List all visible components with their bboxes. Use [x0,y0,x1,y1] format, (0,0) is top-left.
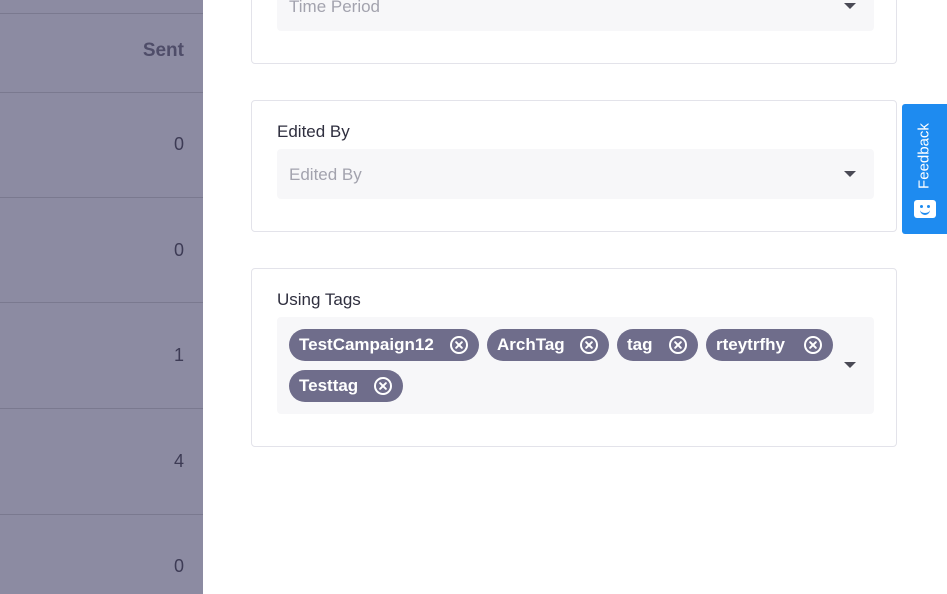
table-cell-sent: 0 [173,240,184,260]
tag-label: ArchTag [497,335,565,354]
remove-tag-icon[interactable] [669,336,687,354]
chevron-down-icon [844,171,856,177]
tag-label: Testtag [299,376,359,395]
edited-by-select[interactable]: Edited By [277,149,874,199]
tag-label: tag [627,335,653,354]
tag-label: TestCampaign12 [299,335,434,354]
remove-tag-icon[interactable] [450,336,468,354]
table-divider [0,13,203,14]
remove-tag-icon[interactable] [580,336,598,354]
using-tags-card: Using Tags TestCampaign12 ArchTag tag rt… [251,268,897,447]
background-table: Sent 0 0 1 4 0 [0,0,203,594]
table-divider [0,302,203,303]
feedback-button[interactable]: Feedback [902,104,947,234]
table-cell-sent: 0 [173,134,184,154]
table-cell-sent: 1 [173,345,184,365]
tag-chip: Testtag [289,370,403,402]
table-divider [0,92,203,93]
edited-by-placeholder: Edited By [289,165,362,184]
time-period-select[interactable]: Time Period [277,0,874,31]
remove-tag-icon[interactable] [374,377,392,395]
table-cell-sent: 4 [173,451,184,471]
column-header-sent: Sent [142,40,184,61]
tag-chip: tag [617,329,698,361]
using-tags-select[interactable]: TestCampaign12 ArchTag tag rteytrfhy Tes… [277,317,874,414]
table-divider [0,514,203,515]
page: Sent 0 0 1 4 0 Time Period Edited By Edi… [0,0,947,594]
time-period-card: Time Period [251,0,897,64]
using-tags-label: Using Tags [277,290,361,309]
chevron-down-icon [844,362,856,368]
table-cell-sent: 0 [173,556,184,576]
feedback-label: Feedback [915,123,933,189]
tag-chip: ArchTag [487,329,609,361]
filter-panel: Time Period Edited By Edited By Using Ta… [203,0,947,594]
table-divider [0,408,203,409]
tag-chip: TestCampaign12 [289,329,479,361]
remove-tag-icon[interactable] [804,336,822,354]
smiley-icon [914,200,936,218]
time-period-placeholder: Time Period [289,0,381,16]
tag-label: rteytrfhy [716,335,785,354]
tag-chip: rteytrfhy [706,329,833,361]
chevron-down-icon [844,3,856,9]
edited-by-label: Edited By [277,122,350,141]
table-divider [0,197,203,198]
edited-by-card: Edited By Edited By [251,100,897,232]
